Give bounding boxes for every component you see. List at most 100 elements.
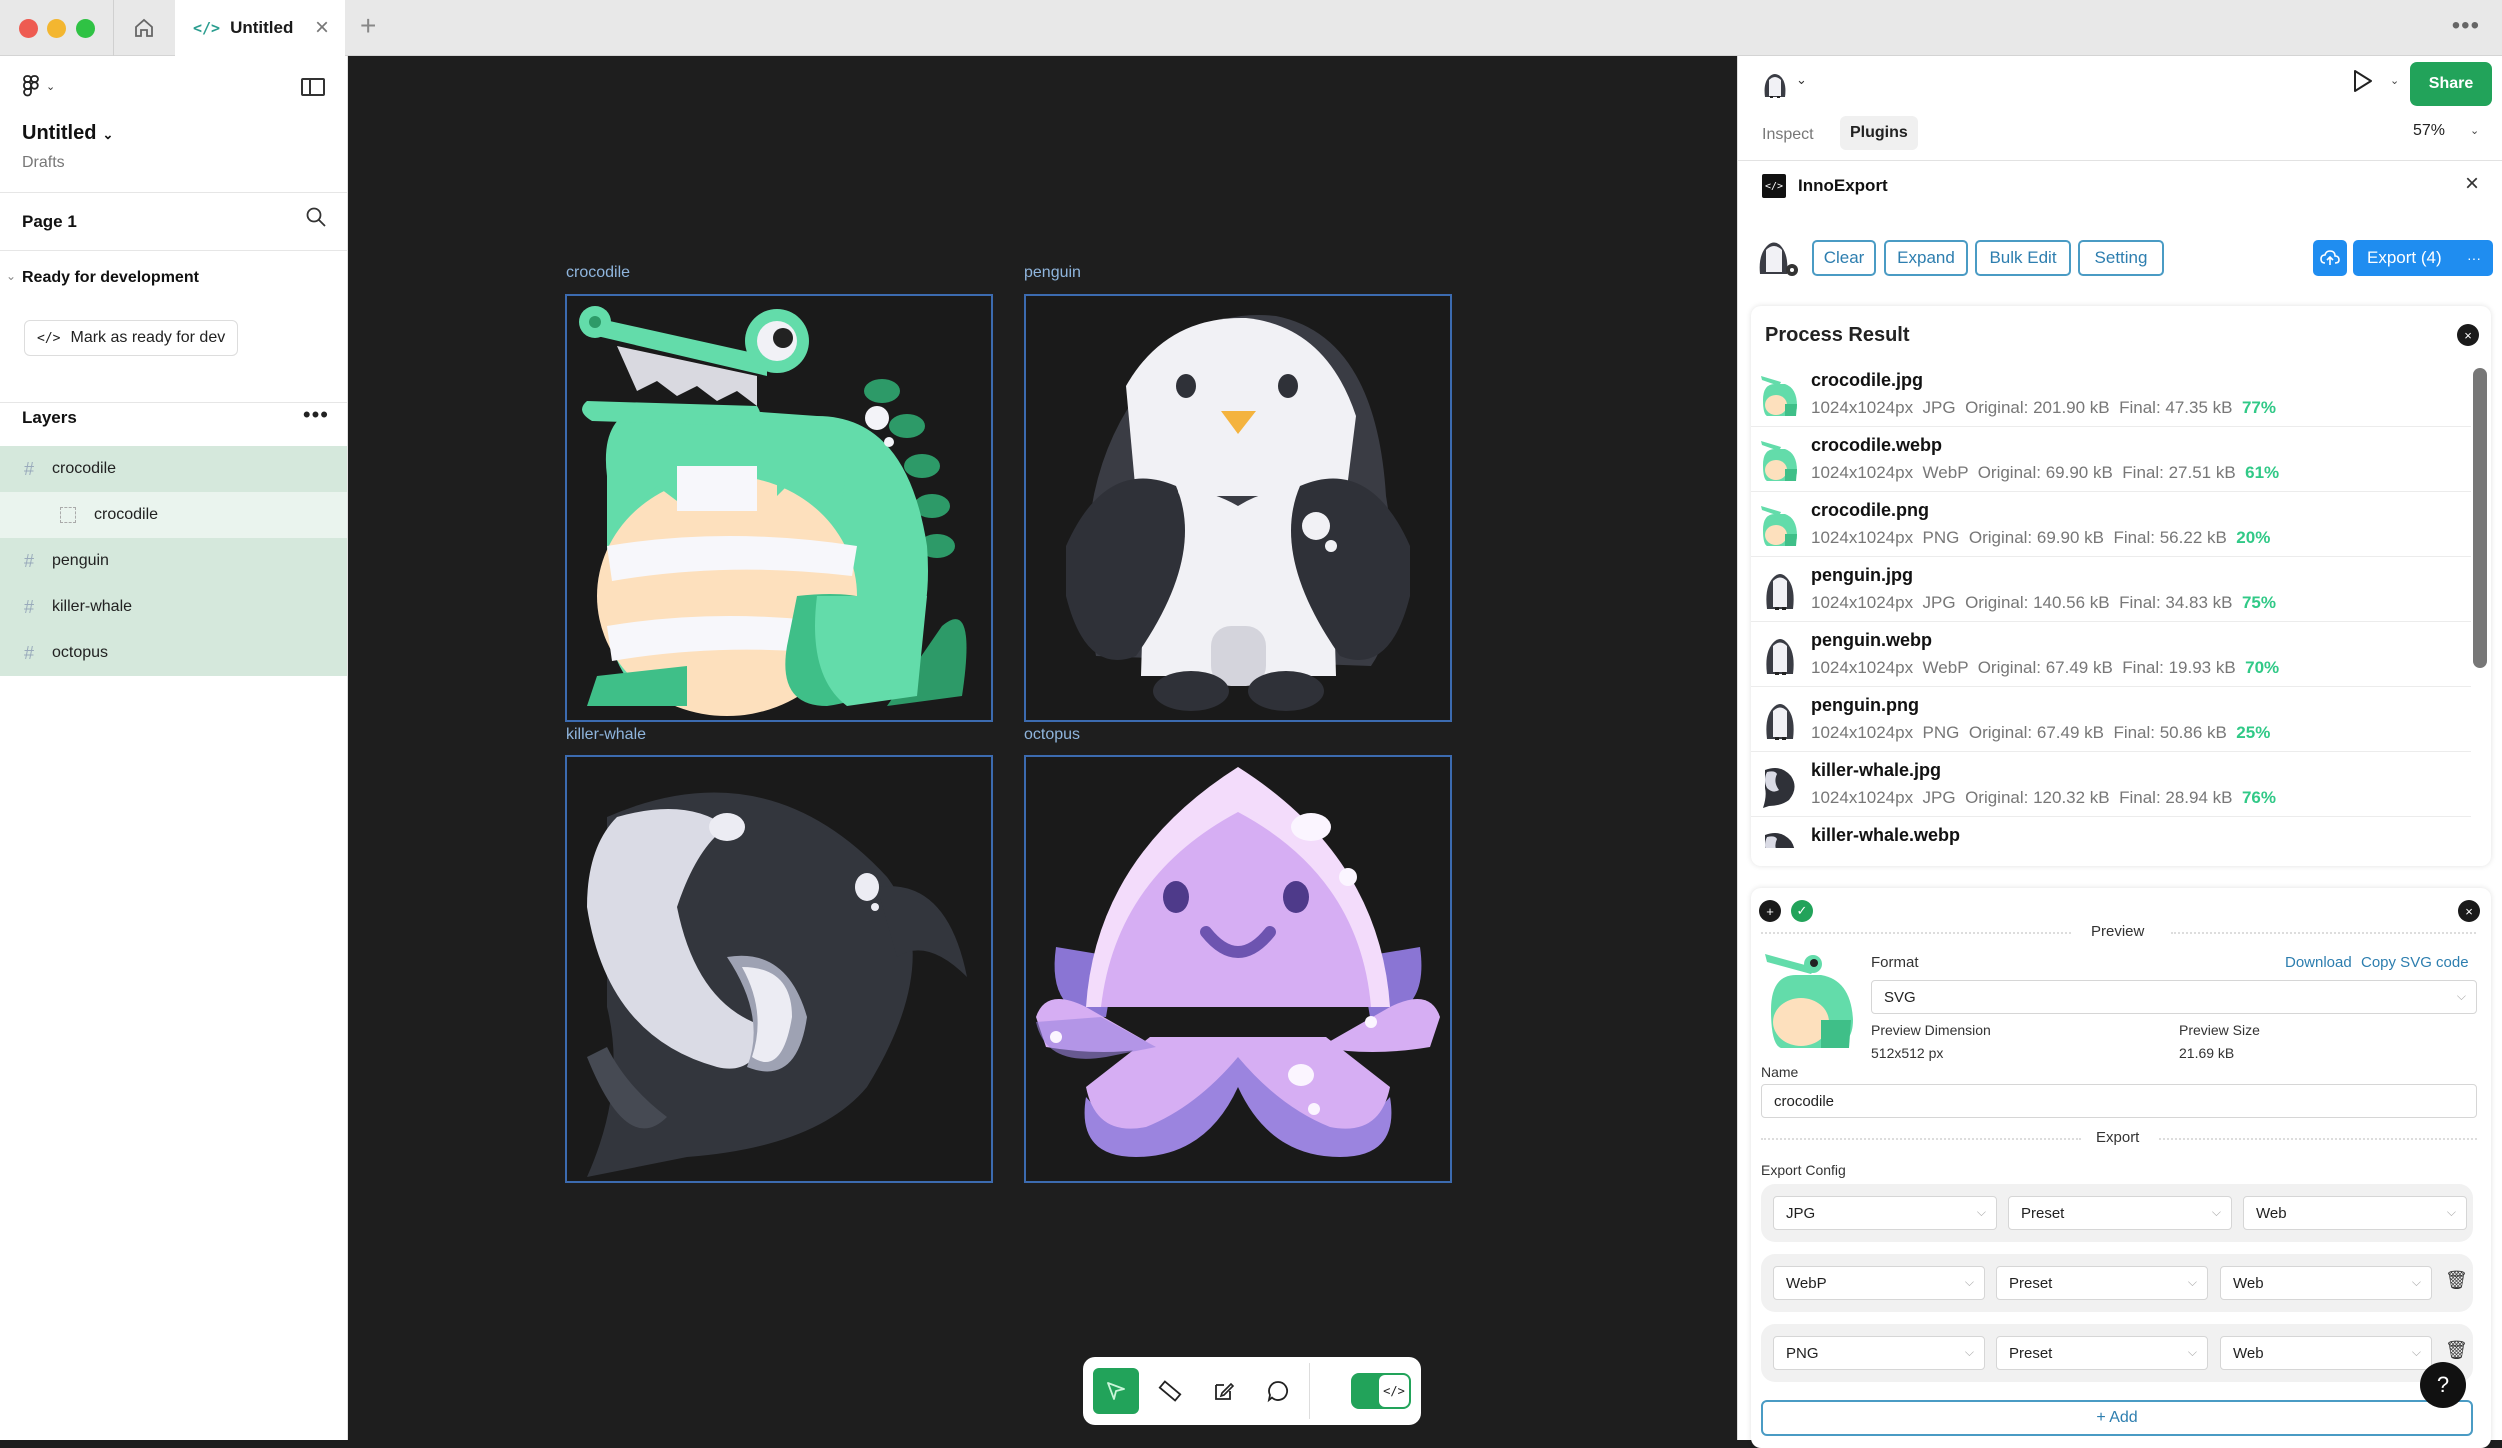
setting-button[interactable]: Setting <box>2078 240 2164 276</box>
format-dropdown[interactable]: PNG ⌵ <box>1773 1336 1985 1370</box>
scrollbar[interactable] <box>2473 368 2487 668</box>
result-item[interactable]: crocodile.png 1024x1024px PNG Original: 6… <box>1751 492 2471 557</box>
result-original: Original: 140.56 kB <box>1965 593 2110 612</box>
result-item[interactable]: killer-whale.webp <box>1751 817 2471 848</box>
mark-ready-for-dev-button[interactable]: </> Mark as ready for dev <box>24 320 239 356</box>
layer-item[interactable]: # crocodile <box>0 446 347 492</box>
divider <box>2171 932 2476 934</box>
trash-icon[interactable]: 🗑 <box>2445 1340 2468 1361</box>
result-dims: 1024x1024px <box>1811 528 1914 547</box>
file-location: Drafts <box>22 154 65 171</box>
frame-crocodile[interactable] <box>565 294 993 722</box>
frame-killer-whale[interactable] <box>565 755 993 1183</box>
format-dropdown[interactable]: JPG ⌵ <box>1773 1196 1997 1230</box>
close-preview-icon[interactable]: × <box>2458 900 2480 922</box>
layer-item[interactable]: # octopus <box>0 630 347 676</box>
present-button[interactable] <box>2350 68 2374 99</box>
trash-icon[interactable]: 🗑 <box>2445 1270 2468 1291</box>
frame-label[interactable]: octopus <box>1024 726 1080 744</box>
target-dropdown[interactable]: Web ⌵ <box>2243 1196 2467 1230</box>
target-value: Web <box>2233 1344 2264 1362</box>
zoom-level[interactable]: 57% <box>2413 122 2445 140</box>
layer-item[interactable]: # killer-whale <box>0 584 347 630</box>
format-dropdown[interactable]: WebP ⌵ <box>1773 1266 1985 1300</box>
comment-tool-button[interactable] <box>1255 1368 1301 1414</box>
main-menu-button[interactable]: ⌄ <box>22 74 55 98</box>
upload-button[interactable] <box>2313 240 2347 276</box>
preset-dropdown[interactable]: Preset ⌵ <box>2008 1196 2232 1230</box>
result-item[interactable]: crocodile.webp 1024x1024px WebP Original:… <box>1751 427 2471 492</box>
share-button[interactable]: Share <box>2410 62 2492 106</box>
frame-icon: # <box>24 458 35 479</box>
measure-tool-button[interactable] <box>1147 1368 1193 1414</box>
result-item[interactable]: crocodile.jpg 1024x1024px JPG Original: 2… <box>1751 362 2471 427</box>
target-dropdown[interactable]: Web ⌵ <box>2220 1266 2432 1300</box>
frame-penguin[interactable] <box>1024 294 1452 722</box>
plugin-code-icon: </> <box>1762 174 1786 198</box>
bulk-edit-button[interactable]: Bulk Edit <box>1975 240 2071 276</box>
close-result-icon[interactable]: × <box>2457 324 2479 346</box>
more-menu-button[interactable]: ••• <box>2452 12 2480 40</box>
search-button[interactable] <box>305 206 327 233</box>
expand-button[interactable]: Expand <box>1884 240 1968 276</box>
frame-octopus[interactable] <box>1024 755 1452 1183</box>
sidebar-toggle-icon[interactable] <box>301 78 325 96</box>
layer-item[interactable]: # penguin <box>0 538 347 584</box>
close-tab-icon[interactable]: × <box>315 14 329 42</box>
new-tab-button[interactable]: + <box>360 10 376 42</box>
divider <box>1761 932 2071 934</box>
close-window-button[interactable] <box>19 19 38 38</box>
help-button[interactable]: ? <box>2420 1362 2466 1408</box>
frame-label[interactable]: killer-whale <box>566 726 646 744</box>
add-config-button[interactable]: + Add <box>1761 1400 2473 1436</box>
chevron-down-icon[interactable]: ⌄ <box>2390 74 2399 87</box>
chevron-down-icon[interactable]: ⌄ <box>2470 124 2479 137</box>
result-list[interactable]: crocodile.jpg 1024x1024px JPG Original: 2… <box>1751 362 2471 848</box>
check-circle-icon[interactable]: ✓ <box>1791 900 1813 922</box>
dev-mode-toggle[interactable]: </> <box>1351 1373 1411 1409</box>
result-item[interactable]: penguin.png 1024x1024px PNG Original: 67.… <box>1751 687 2471 752</box>
preset-dropdown[interactable]: Preset ⌵ <box>1996 1266 2208 1300</box>
export-button[interactable]: Export (4) ··· <box>2353 240 2493 276</box>
minimize-window-button[interactable] <box>47 19 66 38</box>
tab-inspect[interactable]: Inspect <box>1762 120 1814 150</box>
plugin-settings-avatar[interactable] <box>1756 236 1800 283</box>
download-link[interactable]: Download <box>2285 954 2352 971</box>
crocodile-thumbnail <box>1759 372 1801 418</box>
result-item[interactable]: penguin.webp 1024x1024px WebP Original: 6… <box>1751 622 2471 687</box>
file-title[interactable]: Untitled ⌄ <box>22 122 113 145</box>
maximize-window-button[interactable] <box>76 19 95 38</box>
frame-label[interactable]: crocodile <box>566 264 630 282</box>
design-canvas[interactable]: crocodile penguin killer-whale octopus <… <box>348 56 1737 1440</box>
layers-more-button[interactable]: ••• <box>303 402 329 428</box>
user-avatar[interactable] <box>1760 70 1790 105</box>
target-dropdown[interactable]: Web ⌵ <box>2220 1336 2432 1370</box>
chevron-down-icon[interactable]: ⌄ <box>1796 72 1807 88</box>
right-panel: ⌄ ⌄ Share Inspect Plugins 57% ⌄ </> Inno… <box>1737 56 2502 1448</box>
file-tab[interactable]: </> Untitled × <box>175 0 345 56</box>
ruler-icon <box>1158 1380 1182 1402</box>
clear-button[interactable]: Clear <box>1812 240 1876 276</box>
result-meta: 1024x1024px JPG Original: 140.56 kB Fina… <box>1811 593 2276 613</box>
home-button[interactable] <box>114 0 174 56</box>
penguin-thumbnail <box>1759 632 1801 678</box>
frame-label[interactable]: penguin <box>1024 264 1081 282</box>
close-plugin-icon[interactable]: × <box>2465 170 2479 198</box>
page-selector[interactable]: Page 1 <box>22 212 77 232</box>
result-meta: 1024x1024px WebP Original: 67.49 kB Fina… <box>1811 658 2279 678</box>
export-more-icon[interactable]: ··· <box>2467 250 2481 266</box>
layer-item[interactable]: crocodile <box>0 492 347 538</box>
move-tool-button[interactable] <box>1093 1368 1139 1414</box>
collapse-chevron-icon[interactable]: ⌄ <box>6 269 16 283</box>
format-select[interactable]: SVG ⌵ <box>1871 980 2477 1014</box>
name-input[interactable]: crocodile <box>1761 1084 2477 1118</box>
copy-svg-code-link[interactable]: Copy SVG code <box>2361 954 2469 971</box>
annotate-tool-button[interactable] <box>1201 1368 1247 1414</box>
chevron-down-icon: ⌵ <box>2211 1205 2221 1219</box>
result-item[interactable]: killer-whale.jpg 1024x1024px JPG Original… <box>1751 752 2471 817</box>
preset-dropdown[interactable]: Preset ⌵ <box>1996 1336 2208 1370</box>
result-item[interactable]: penguin.jpg 1024x1024px JPG Original: 140… <box>1751 557 2471 622</box>
tab-plugins[interactable]: Plugins <box>1840 116 1918 150</box>
add-circle-icon[interactable]: + <box>1759 900 1781 922</box>
export-config-row: WebP ⌵ Preset ⌵ Web ⌵ 🗑 <box>1761 1254 2473 1312</box>
